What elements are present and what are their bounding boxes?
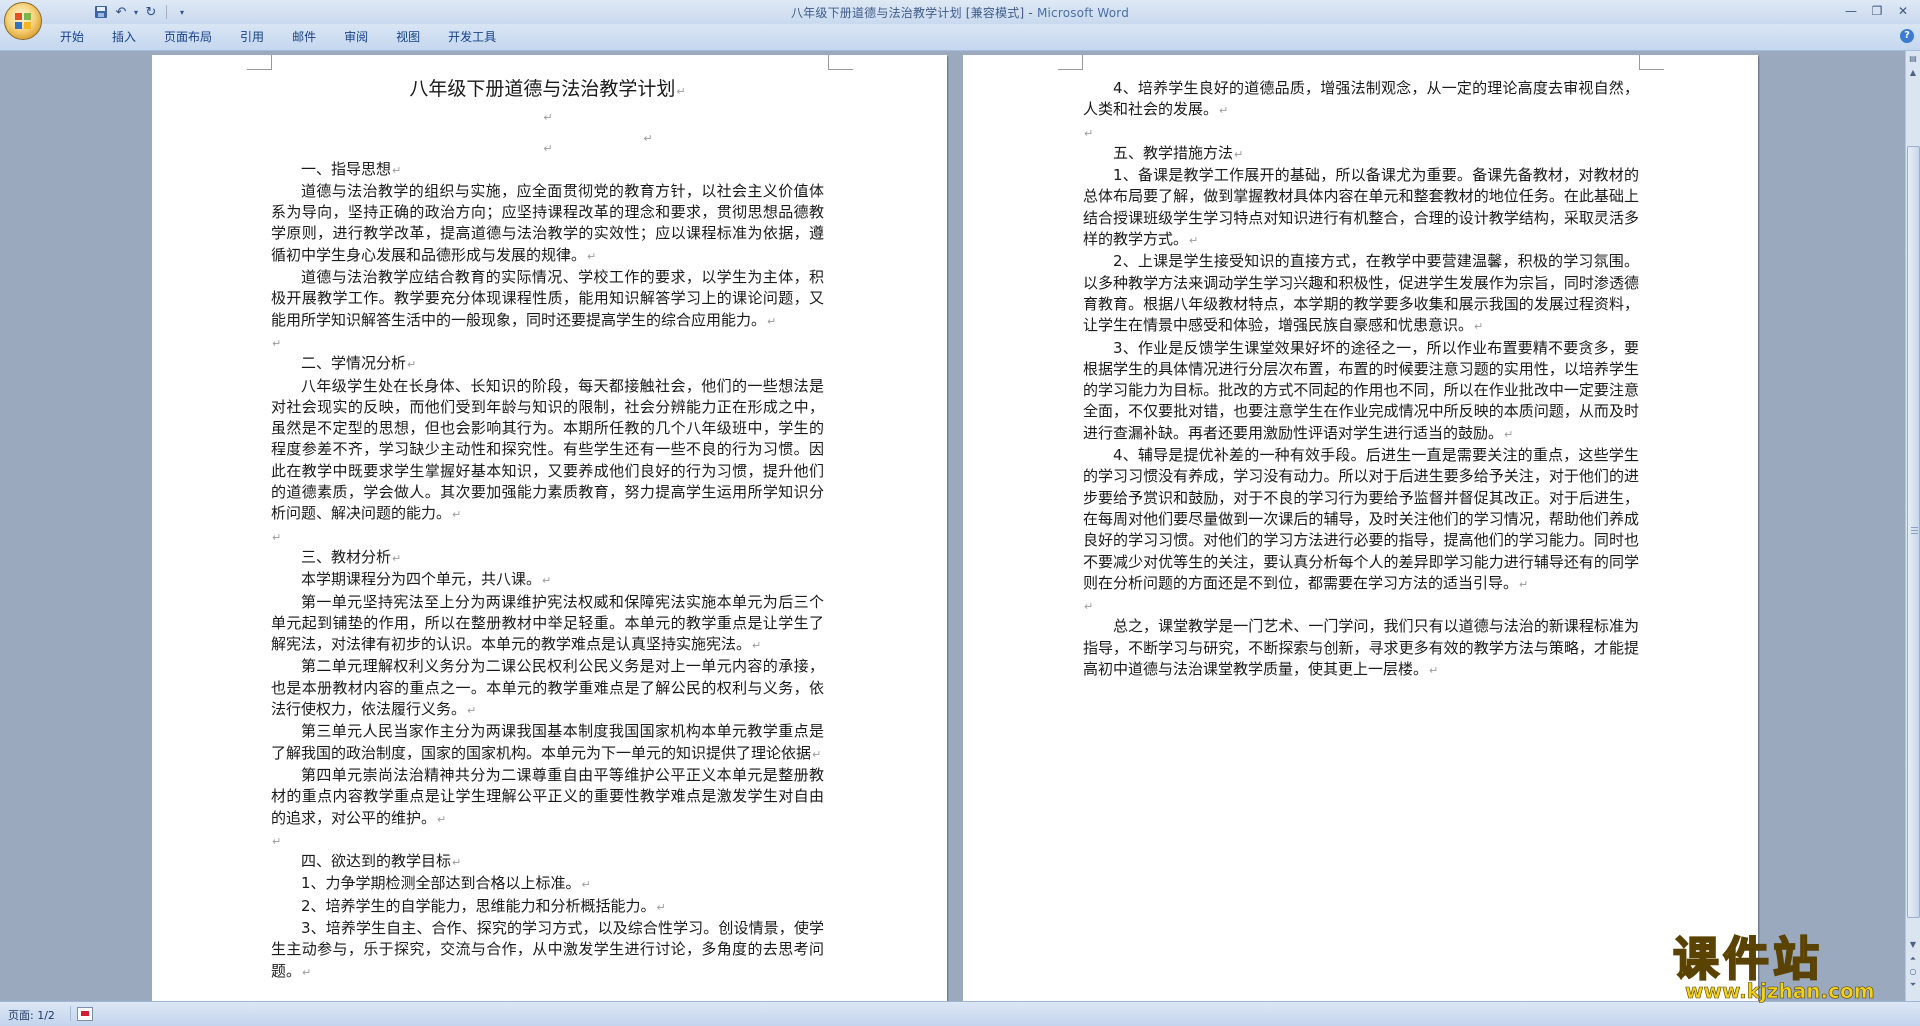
empty-paragraph xyxy=(271,137,824,158)
status-bar: 页面: 1/2 xyxy=(0,1001,1920,1026)
office-button[interactable] xyxy=(4,2,42,40)
page-1-text: 八年级下册道德与法治教学计划 一、指导思想道德与法治教学的组织与实施，应全面贯彻… xyxy=(271,75,824,983)
paragraph: 八年级学生处在长身体、长知识的阶段，每天都接触社会，他们的一些想法是对社会现实的… xyxy=(271,376,824,526)
tab-mailings[interactable]: 邮件 xyxy=(278,29,330,45)
tab-insert[interactable]: 插入 xyxy=(98,29,150,45)
paragraph: 本学期课程分为四个单元，共八课。 xyxy=(271,569,824,591)
paragraph: 四、欲达到的教学目标 xyxy=(271,851,824,873)
tab-page-layout[interactable]: 页面布局 xyxy=(150,29,226,45)
macro-record-icon[interactable] xyxy=(77,1007,93,1021)
margin-corner-mark xyxy=(1058,55,1083,70)
document-title: 八年级下册道德与法治教学计划 xyxy=(271,75,824,106)
minimize-button[interactable]: — xyxy=(1838,2,1864,20)
status-separator xyxy=(70,1006,71,1021)
paragraph: 第三单元人民当家作主分为两课我国基本制度我国国家机构本单元教学重点是了解我国的政… xyxy=(271,721,824,765)
scroll-grip xyxy=(1911,530,1918,531)
paragraph: 总之，课堂教学是一门艺术、一门学问，我们只有以道德与法治的新课程标准为指导，不断… xyxy=(1083,616,1639,681)
tab-review[interactable]: 审阅 xyxy=(330,29,382,45)
ribbon-tab-bar: 开始 插入 页面布局 引用 邮件 审阅 视图 开发工具 ? xyxy=(0,24,1920,51)
tab-view[interactable]: 视图 xyxy=(382,29,434,45)
document-page-2[interactable]: 4、培养学生良好的道德品质，增强法制观念，从一定的理论高度去审视自然，人类和社会… xyxy=(963,55,1758,1001)
tab-developer[interactable]: 开发工具 xyxy=(434,29,510,45)
scroll-up-icon[interactable]: ▲ xyxy=(1906,65,1920,79)
document-workspace: 八年级下册道德与法治教学计划 一、指导思想道德与法治教学的组织与实施，应全面贯彻… xyxy=(0,51,1906,1001)
empty-paragraph xyxy=(271,526,824,547)
empty-paragraph xyxy=(271,127,824,137)
margin-corner-mark xyxy=(1639,55,1664,70)
paragraph: 1、力争学期检测全部达到合格以上标准。 xyxy=(271,873,824,895)
paragraph: 一、指导思想 xyxy=(271,159,824,181)
scrollbar-thumb[interactable] xyxy=(1907,146,1920,918)
office-logo-icon xyxy=(15,13,31,29)
window-title-app: Microsoft Word xyxy=(1036,6,1130,20)
ruler-toggle-icon[interactable]: ▤ xyxy=(1906,51,1920,65)
page-1-body: 一、指导思想道德与法治教学的组织与实施，应全面贯彻党的教育方针，以社会主义价值体… xyxy=(271,159,824,983)
paragraph: 三、教材分析 xyxy=(271,547,824,569)
paragraph: 第二单元理解权利义务分为二课公民权利公民义务是对上一单元内容的承接，也是本册教材… xyxy=(271,656,824,721)
empty-paragraph xyxy=(1083,595,1639,616)
empty-paragraph xyxy=(271,332,824,353)
vertical-scrollbar[interactable]: ▤ ▲ ▼ ⏶ ○ ⏷ xyxy=(1905,51,1920,1001)
paragraph: 二、学情况分析 xyxy=(271,353,824,375)
margin-corner-mark xyxy=(828,55,853,70)
close-button[interactable]: ✕ xyxy=(1890,2,1916,20)
paragraph: 第四单元崇尚法治精神共分为二课尊重自由平等维护公平正义本单元是整册教材的重点内容… xyxy=(271,765,824,830)
margin-corner-mark xyxy=(247,55,272,70)
window-title: 八年级下册道德与法治教学计划 [兼容模式] - Microsoft Word xyxy=(0,4,1920,21)
status-page-count[interactable]: 页面: 1/2 xyxy=(8,1007,55,1023)
empty-paragraph xyxy=(1083,122,1639,143)
scroll-grip xyxy=(1911,533,1918,534)
window-title-document: 八年级下册道德与法治教学计划 [兼容模式] xyxy=(790,6,1025,20)
paragraph: 五、教学措施方法 xyxy=(1083,143,1639,165)
scroll-grip xyxy=(1911,527,1918,528)
tab-home[interactable]: 开始 xyxy=(46,29,98,45)
restore-button[interactable]: ❐ xyxy=(1864,2,1890,20)
tab-references[interactable]: 引用 xyxy=(226,29,278,45)
paragraph: 4、辅导是提优补差的一种有效手段。后进生一直是需要关注的重点，这些学生的学习习惯… xyxy=(1083,445,1639,595)
paragraph: 道德与法治教学应结合教育的实际情况、学校工作的要求，以学生为主体，积极开展教学工… xyxy=(271,267,824,332)
empty-paragraph xyxy=(271,830,824,851)
paragraph: 3、作业是反馈学生课堂效果好坏的途径之一，所以作业布置要精不要贪多，要根据学生的… xyxy=(1083,338,1639,445)
page-2-body: 4、培养学生良好的道德品质，增强法制观念，从一定的理论高度去审视自然，人类和社会… xyxy=(1083,78,1639,681)
window-title-separator: - xyxy=(1024,6,1037,20)
help-icon[interactable]: ? xyxy=(1900,29,1914,43)
window-controls: — ❐ ✕ xyxy=(1838,2,1916,20)
watermark-url: www.kjzhan.com xyxy=(1685,979,1875,1004)
paragraph: 3、培养学生自主、合作、探究的学习方式，以及综合性学习。创设情景，使学生主动参与… xyxy=(271,918,824,983)
paragraph: 4、培养学生良好的道德品质，增强法制观念，从一定的理论高度去审视自然，人类和社会… xyxy=(1083,78,1639,122)
paragraph: 2、培养学生的自学能力，思维能力和分析概括能力。 xyxy=(271,896,824,918)
paragraph: 道德与法治教学的组织与实施，应全面贯彻党的教育方针，以社会主义价值体系为导向，坚… xyxy=(271,181,824,267)
paragraph: 第一单元坚持宪法至上分为两课维护宪法权威和保障宪法实施本单元为后三个单元起到铺垫… xyxy=(271,592,824,657)
ribbon-tabs: 开始 插入 页面布局 引用 邮件 审阅 视图 开发工具 xyxy=(46,29,510,45)
document-page-1[interactable]: 八年级下册道德与法治教学计划 一、指导思想道德与法治教学的组织与实施，应全面贯彻… xyxy=(152,55,947,1001)
paragraph: 2、上课是学生接受知识的直接方式，在教学中要营建温馨，积极的学习氛围。以多种教学… xyxy=(1083,251,1639,337)
watermark-logo: 课件站 www.kjzhan.com xyxy=(1665,923,1920,1003)
empty-paragraph xyxy=(271,106,824,127)
page-2-text: 4、培养学生良好的道德品质，增强法制观念，从一定的理论高度去审视自然，人类和社会… xyxy=(1083,78,1639,681)
paragraph: 1、备课是教学工作展开的基础，所以备课尤为重要。备课先备教材，对教材的总体布局要… xyxy=(1083,165,1639,251)
title-bar: ↶ ▾ ↻ ▾ 八年级下册道德与法治教学计划 [兼容模式] - Microsof… xyxy=(0,0,1920,25)
